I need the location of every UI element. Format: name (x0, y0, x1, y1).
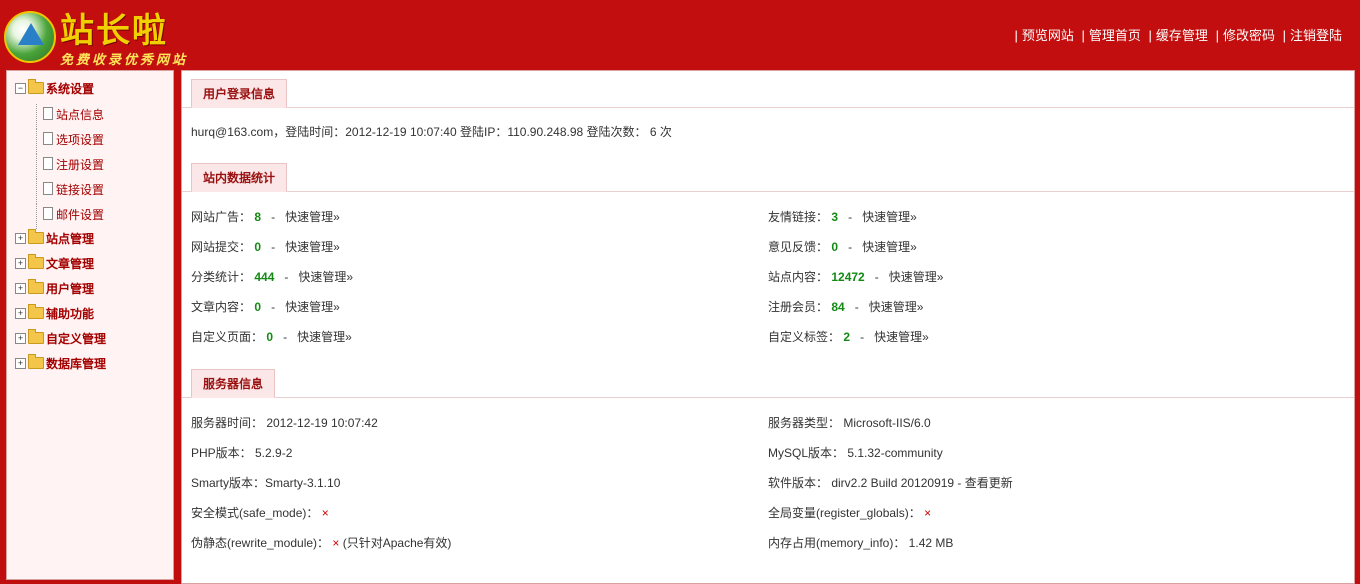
quick-manage-link[interactable]: 快速管理» (285, 300, 340, 314)
document-icon (43, 207, 53, 220)
php-version: PHP版本： 5.2.9-2 (191, 446, 293, 460)
quick-manage-link[interactable]: 快速管理» (298, 270, 353, 284)
stat-submissions: 网站提交： 0 - 快速管理» (191, 240, 340, 254)
sidebar-item-link-settings[interactable]: 链接设置 (15, 179, 173, 204)
stat-value: 0 (254, 300, 262, 314)
nav-logout[interactable]: 注销登陆 (1290, 28, 1342, 43)
sidebar-item-register-settings[interactable]: 注册设置 (15, 154, 173, 179)
quick-manage-link[interactable]: 快速管理» (297, 330, 352, 344)
menu-tree: − 系统设置 站点信息 选项设置 注册设置 链接设置 邮件设置 + 站点管理 + 文章… (7, 71, 173, 379)
stat-categories: 分类统计： 444 - 快速管理» (191, 270, 354, 284)
site-logo[interactable]: 站长啦 免费收录优秀网站 (4, 5, 204, 67)
document-icon (43, 132, 53, 145)
login-info-text: hurq@163.com，登陆时间：2012-12-19 10:07:40 登陆… (191, 125, 672, 139)
folder-icon (28, 229, 44, 244)
smarty-version: Smarty版本：Smarty-3.1.10 (191, 476, 341, 490)
stat-value: 3 (831, 210, 839, 224)
quick-manage-link[interactable]: 快速管理» (862, 240, 917, 254)
cross-icon: × (321, 506, 329, 520)
stat-value: 444 (254, 270, 275, 284)
quick-manage-link[interactable]: 快速管理» (869, 300, 924, 314)
nav-admin-home[interactable]: 管理首页 (1089, 28, 1141, 43)
main-panel: 用户登录信息 hurq@163.com，登陆时间：2012-12-19 10:0… (181, 70, 1355, 584)
folder-open-icon (28, 79, 44, 94)
logo-subtitle: 免费收录优秀网站 (60, 52, 189, 67)
stat-members: 注册会员： 84 - 快速管理» (768, 300, 924, 314)
sidebar-group-article-manage[interactable]: + 文章管理 (15, 254, 173, 279)
quick-manage-link[interactable]: 快速管理» (874, 330, 929, 344)
stat-custom-tags: 自定义标签： 2 - 快速管理» (768, 330, 929, 344)
sidebar-item-site-info[interactable]: 站点信息 (15, 104, 173, 129)
folder-icon (28, 329, 44, 344)
folder-icon (28, 304, 44, 319)
server-info-header: 服务器信息 (182, 369, 1354, 398)
nav-change-password[interactable]: 修改密码 (1223, 28, 1275, 43)
logo-title: 站长啦 (60, 11, 168, 51)
quick-manage-link[interactable]: 快速管理» (862, 210, 917, 224)
sidebar-group-user-manage[interactable]: + 用户管理 (15, 279, 173, 304)
server-time: 服务器时间： 2012-12-19 10:07:42 (191, 416, 378, 430)
stat-custom-pages: 自定义页面： 0 - 快速管理» (191, 330, 352, 344)
stat-ads: 网站广告： 8 - 快速管理» (191, 210, 340, 224)
memory-usage: 内存占用(memory_info)： 1.42 MB (768, 536, 954, 550)
logo-emblem-icon (4, 11, 56, 63)
software-version[interactable]: 软件版本： dirv2.2 Build 20120919 - 查看更新 (768, 474, 1013, 491)
server-type: 服务器类型： Microsoft-IIS/6.0 (768, 416, 931, 430)
quick-manage-link[interactable]: 快速管理» (285, 240, 340, 254)
sidebar-group-site-manage[interactable]: + 站点管理 (15, 229, 173, 254)
quick-manage-link[interactable]: 快速管理» (889, 270, 944, 284)
expand-icon[interactable]: + (15, 233, 26, 244)
sidebar: − 系统设置 站点信息 选项设置 注册设置 链接设置 邮件设置 + 站点管理 + 文章… (6, 70, 174, 580)
login-info-header: 用户登录信息 (182, 79, 1354, 108)
login-info-tab: 用户登录信息 (191, 79, 288, 108)
collapse-icon[interactable]: − (15, 83, 26, 94)
stat-value: 0 (254, 240, 262, 254)
stat-value: 2 (843, 330, 851, 344)
mysql-version: MySQL版本： 5.1.32-community (768, 446, 943, 460)
stat-value: 84 (831, 300, 845, 314)
stats-header: 站内数据统计 (182, 163, 1354, 192)
document-icon (43, 107, 53, 120)
stat-friend-links: 友情链接： 3 - 快速管理» (768, 210, 917, 224)
stat-value: 0 (266, 330, 274, 344)
server-info-tab: 服务器信息 (191, 369, 276, 398)
nav-preview-site[interactable]: 预览网站 (1022, 28, 1074, 43)
folder-icon (28, 354, 44, 369)
expand-icon[interactable]: + (15, 358, 26, 369)
top-nav: | 预览网站 | 管理首页 | 缓存管理 | 修改密码 | 注销登陆 (1014, 28, 1342, 43)
document-icon (43, 182, 53, 195)
sidebar-item-mail-settings[interactable]: 邮件设置 (15, 204, 173, 229)
rewrite-module: 伪静态(rewrite_module)： × (只针对Apache有效) (191, 536, 452, 550)
expand-icon[interactable]: + (15, 308, 26, 319)
stat-value: 8 (254, 210, 262, 224)
nav-cache-manage[interactable]: 缓存管理 (1156, 28, 1208, 43)
register-globals: 全局变量(register_globals)： × (768, 506, 932, 520)
sidebar-group-auxiliary[interactable]: + 辅助功能 (15, 304, 173, 329)
stats-tab: 站内数据统计 (191, 163, 288, 192)
safe-mode: 安全模式(safe_mode)： × (191, 506, 329, 520)
stat-feedback: 意见反馈： 0 - 快速管理» (768, 240, 917, 254)
quick-manage-link[interactable]: 快速管理» (285, 210, 340, 224)
cross-icon: × (924, 506, 932, 520)
folder-icon (28, 279, 44, 294)
expand-icon[interactable]: + (15, 333, 26, 344)
sidebar-group-system-settings[interactable]: − 系统设置 (15, 79, 173, 104)
header: 站长啦 免费收录优秀网站 | 预览网站 | 管理首页 | 缓存管理 | 修改密码 | 注销… (0, 0, 1360, 70)
expand-icon[interactable]: + (15, 258, 26, 269)
stat-site-content: 站点内容： 12472 - 快速管理» (768, 270, 944, 284)
sidebar-group-database-manage[interactable]: + 数据库管理 (15, 354, 173, 379)
sidebar-item-options[interactable]: 选项设置 (15, 129, 173, 154)
expand-icon[interactable]: + (15, 283, 26, 294)
stat-value: 0 (831, 240, 839, 254)
folder-icon (28, 254, 44, 269)
stat-value: 12472 (831, 270, 865, 284)
document-icon (43, 157, 53, 170)
sidebar-group-custom-manage[interactable]: + 自定义管理 (15, 329, 173, 354)
stat-articles: 文章内容： 0 - 快速管理» (191, 300, 340, 314)
